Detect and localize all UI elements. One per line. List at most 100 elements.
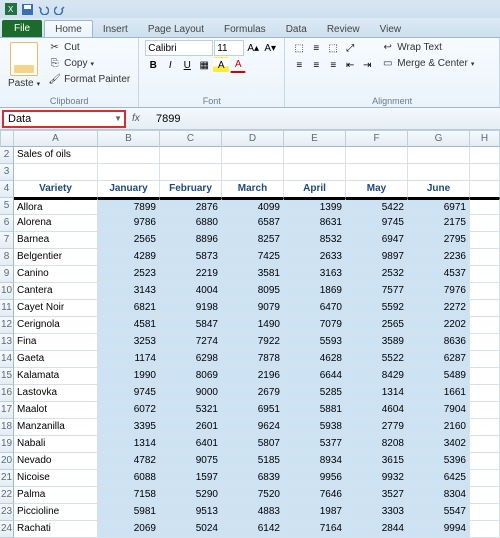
data-cell[interactable]: 6821 <box>98 300 160 317</box>
data-cell[interactable]: 7646 <box>284 487 346 504</box>
data-cell[interactable]: 4581 <box>98 317 160 334</box>
row-header[interactable]: 18 <box>0 419 14 436</box>
row-header[interactable]: 4 <box>0 181 14 198</box>
data-cell[interactable]: 5981 <box>98 504 160 521</box>
data-cell[interactable]: 6587 <box>222 215 284 232</box>
variety-cell[interactable]: Gaeta <box>14 351 98 368</box>
data-cell[interactable]: 9198 <box>160 300 222 317</box>
row-header[interactable]: 17 <box>0 402 14 419</box>
row-header[interactable]: 9 <box>0 266 14 283</box>
paste-icon[interactable] <box>10 42 38 76</box>
title-cell[interactable]: Sales of oils <box>14 147 98 164</box>
row-header[interactable]: 23 <box>0 504 14 521</box>
align-middle-icon[interactable]: ≡ <box>308 40 324 56</box>
row-header[interactable]: 20 <box>0 453 14 470</box>
data-cell[interactable]: 1174 <box>98 351 160 368</box>
data-cell[interactable]: 4289 <box>98 249 160 266</box>
data-cell[interactable]: 2779 <box>346 419 408 436</box>
data-cell[interactable]: 7425 <box>222 249 284 266</box>
format-painter-button[interactable]: 🖌Format Painter <box>46 72 132 87</box>
tab-review[interactable]: Review <box>317 21 370 37</box>
data-cell[interactable]: 6644 <box>284 368 346 385</box>
data-cell[interactable]: 9786 <box>98 215 160 232</box>
data-cell[interactable]: 3253 <box>98 334 160 351</box>
variety-cell[interactable]: Nicoise <box>14 470 98 487</box>
bold-button[interactable]: B <box>145 57 161 73</box>
data-cell[interactable]: 1399 <box>284 198 346 215</box>
data-cell[interactable]: 6951 <box>222 402 284 419</box>
data-cell[interactable]: 3527 <box>346 487 408 504</box>
data-cell[interactable]: 2876 <box>160 198 222 215</box>
data-cell[interactable]: 4883 <box>222 504 284 521</box>
data-cell[interactable]: 4099 <box>222 198 284 215</box>
row-header[interactable]: 11 <box>0 300 14 317</box>
data-cell[interactable]: 8304 <box>408 487 470 504</box>
data-cell[interactable]: 7976 <box>408 283 470 300</box>
data-cell[interactable]: 1869 <box>284 283 346 300</box>
data-cell[interactable]: 6425 <box>408 470 470 487</box>
data-cell[interactable]: 3303 <box>346 504 408 521</box>
data-cell[interactable]: 2069 <box>98 521 160 538</box>
align-center-icon[interactable]: ≡ <box>308 57 324 73</box>
data-cell[interactable]: 2272 <box>408 300 470 317</box>
data-cell[interactable]: 5938 <box>284 419 346 436</box>
data-cell[interactable]: 2565 <box>98 232 160 249</box>
formula-input[interactable] <box>152 113 500 125</box>
copy-button[interactable]: ⎘Copy▾ <box>46 56 132 71</box>
data-cell[interactable]: 6287 <box>408 351 470 368</box>
data-cell[interactable]: 7274 <box>160 334 222 351</box>
data-cell[interactable]: 3163 <box>284 266 346 283</box>
data-cell[interactable]: 5185 <box>222 453 284 470</box>
data-cell[interactable]: 2679 <box>222 385 284 402</box>
data-cell[interactable]: 7520 <box>222 487 284 504</box>
row-header[interactable]: 7 <box>0 232 14 249</box>
data-cell[interactable]: 9000 <box>160 385 222 402</box>
row-header[interactable]: 15 <box>0 368 14 385</box>
align-top-icon[interactable]: ⬚ <box>291 40 307 56</box>
row-header[interactable]: 16 <box>0 385 14 402</box>
data-cell[interactable]: 9075 <box>160 453 222 470</box>
data-cell[interactable]: 1314 <box>346 385 408 402</box>
variety-cell[interactable]: Cantera <box>14 283 98 300</box>
variety-cell[interactable]: Piccioline <box>14 504 98 521</box>
font-size-combo[interactable] <box>214 40 244 56</box>
row-header[interactable]: 12 <box>0 317 14 334</box>
data-cell[interactable]: 7878 <box>222 351 284 368</box>
data-cell[interactable]: 2795 <box>408 232 470 249</box>
data-cell[interactable]: 2160 <box>408 419 470 436</box>
data-cell[interactable]: 5593 <box>284 334 346 351</box>
data-cell[interactable]: 5873 <box>160 249 222 266</box>
data-cell[interactable]: 9932 <box>346 470 408 487</box>
data-cell[interactable]: 2202 <box>408 317 470 334</box>
underline-button[interactable]: U <box>179 57 195 73</box>
data-cell[interactable]: 9624 <box>222 419 284 436</box>
data-cell[interactable]: 7899 <box>98 198 160 215</box>
data-cell[interactable]: 6072 <box>98 402 160 419</box>
paste-button[interactable]: Paste▾ <box>6 77 42 90</box>
data-cell[interactable]: 1990 <box>98 368 160 385</box>
shrink-font-icon[interactable]: A▾ <box>262 40 278 56</box>
fill-color-button[interactable]: A <box>213 57 229 73</box>
data-cell[interactable]: 4004 <box>160 283 222 300</box>
data-cell[interactable]: 5321 <box>160 402 222 419</box>
data-cell[interactable]: 5592 <box>346 300 408 317</box>
fx-icon[interactable]: fx <box>132 113 146 124</box>
data-cell[interactable]: 9994 <box>408 521 470 538</box>
data-cell[interactable]: 9513 <box>160 504 222 521</box>
variety-cell[interactable]: Rachati <box>14 521 98 538</box>
row-header[interactable]: 22 <box>0 487 14 504</box>
select-all-corner[interactable] <box>0 130 14 147</box>
grow-font-icon[interactable]: A▴ <box>245 40 261 56</box>
data-cell[interactable]: 2633 <box>284 249 346 266</box>
redo-icon[interactable] <box>52 2 66 16</box>
data-cell[interactable]: 3395 <box>98 419 160 436</box>
data-cell[interactable]: 2523 <box>98 266 160 283</box>
col-header[interactable]: F <box>346 130 408 147</box>
variety-cell[interactable]: Cayet Noir <box>14 300 98 317</box>
data-cell[interactable]: 8257 <box>222 232 284 249</box>
data-cell[interactable]: 9745 <box>98 385 160 402</box>
data-cell[interactable]: 8208 <box>346 436 408 453</box>
data-cell[interactable]: 8095 <box>222 283 284 300</box>
cut-button[interactable]: ✂Cut <box>46 40 132 55</box>
data-cell[interactable]: 8636 <box>408 334 470 351</box>
